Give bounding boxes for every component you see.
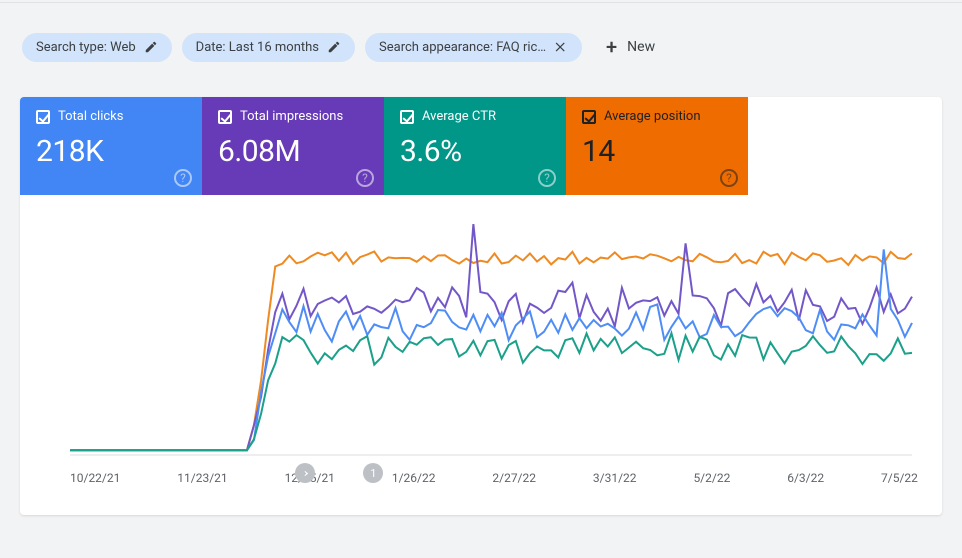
- pencil-icon: [144, 40, 158, 54]
- chip-label: Search type: Web: [36, 40, 136, 55]
- new-label: New: [627, 39, 655, 55]
- metric-value: 3.6%: [400, 134, 550, 169]
- performance-card: Total clicks 218K ? Total impressions 6.…: [20, 97, 942, 515]
- marker-label: 1: [370, 467, 376, 480]
- checkbox-icon: [218, 110, 232, 124]
- metric-value: 6.08M: [218, 134, 368, 169]
- metric-total-clicks[interactable]: Total clicks 218K ?: [20, 97, 202, 195]
- chart-series: [70, 252, 912, 451]
- metric-label: Total clicks: [58, 109, 123, 124]
- chip-label: Date: Last 16 months: [196, 40, 319, 55]
- help-icon[interactable]: ?: [720, 169, 738, 187]
- help-icon[interactable]: ?: [174, 169, 192, 187]
- metric-average-ctr[interactable]: Average CTR 3.6% ?: [384, 97, 566, 195]
- chip-search-appearance[interactable]: Search appearance: FAQ ric…: [365, 33, 582, 62]
- performance-line-chart[interactable]: [40, 205, 922, 465]
- metric-total-impressions[interactable]: Total impressions 6.08M ?: [202, 97, 384, 195]
- chart-series: [70, 333, 912, 450]
- checkbox-icon: [400, 110, 414, 124]
- filter-bar: Search type: Web Date: Last 16 months Se…: [0, 2, 962, 81]
- help-icon[interactable]: ?: [538, 169, 556, 187]
- metric-value: 14: [582, 134, 732, 169]
- metric-label: Average CTR: [422, 109, 496, 124]
- new-filter-button[interactable]: + New: [592, 31, 669, 63]
- chart-series: [70, 249, 912, 450]
- metric-label: Average position: [604, 109, 701, 124]
- chip-label: Search appearance: FAQ ric…: [379, 40, 546, 55]
- metric-label: Total impressions: [240, 109, 343, 124]
- pencil-icon: [327, 40, 341, 54]
- checkbox-icon: [36, 110, 50, 124]
- checkbox-icon: [582, 110, 596, 124]
- timeline-markers: 1: [40, 463, 922, 483]
- timeline-marker-one[interactable]: 1: [363, 463, 383, 483]
- plus-icon: +: [606, 37, 617, 57]
- metric-average-position[interactable]: Average position 14 ?: [566, 97, 748, 195]
- chart-area: 1 10/22/2111/23/2112/25/211/26/222/27/22…: [20, 195, 942, 515]
- timeline-marker-arrow[interactable]: [295, 463, 315, 483]
- chip-date[interactable]: Date: Last 16 months: [182, 33, 355, 62]
- close-icon[interactable]: [554, 40, 568, 54]
- chip-search-type[interactable]: Search type: Web: [22, 33, 172, 62]
- metric-value: 218K: [36, 134, 186, 169]
- metrics-row: Total clicks 218K ? Total impressions 6.…: [20, 97, 942, 195]
- help-icon[interactable]: ?: [356, 169, 374, 187]
